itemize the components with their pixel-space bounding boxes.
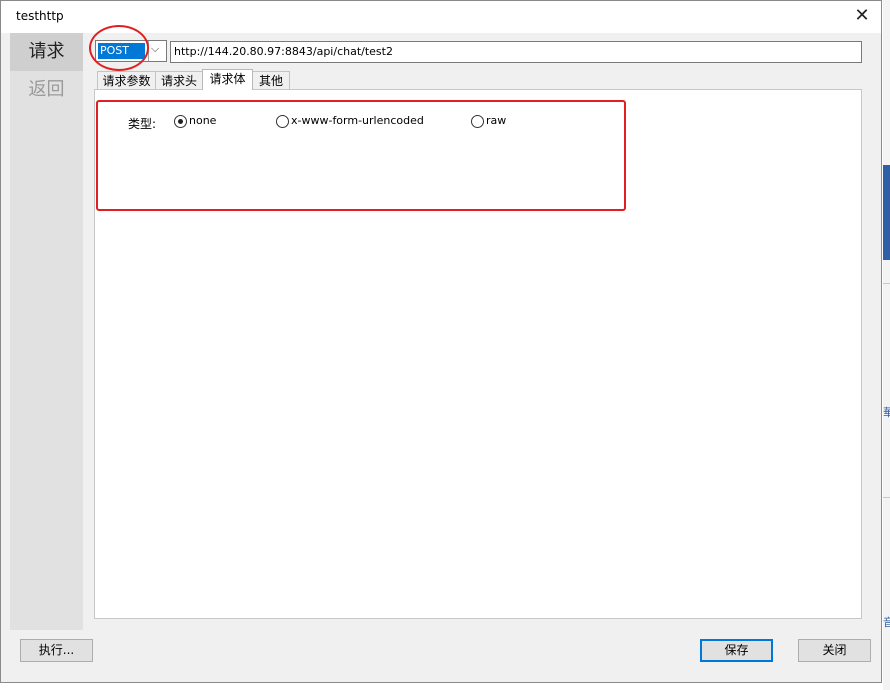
close-window-icon[interactable]: ✕ [849,4,875,28]
background-glyph: 華 [883,406,890,419]
tab-other[interactable]: 其他 [252,71,290,90]
close-button[interactable]: 关闭 [798,639,871,662]
sidebar-item-request[interactable]: 请求 [10,33,83,71]
execute-button[interactable]: 执行... [20,639,93,662]
sidebar-item-response[interactable]: 返回 [10,71,83,109]
save-button[interactable]: 保存 [700,639,773,662]
radio-label: none [189,114,217,127]
radio-unchecked-icon [276,115,289,128]
request-body-panel [94,89,862,619]
background-divider [883,497,890,498]
background-divider [883,283,890,284]
background-blue-bar [883,165,890,260]
window-title: testhttp [16,9,64,23]
sidebar: 请求 返回 [10,33,83,630]
method-select-divider [148,41,149,61]
radio-unchecked-icon [471,115,484,128]
chevron-down-icon[interactable]: ⌵ [151,42,159,56]
radio-dot-icon [178,119,183,124]
url-input[interactable]: http://144.20.80.97:8843/api/chat/test2 [170,41,862,63]
background-glyph: 音 [883,616,890,629]
tab-request-headers[interactable]: 请求头 [155,71,203,90]
radio-label: x-www-form-urlencoded [291,114,424,127]
method-selected-value: POST [98,43,145,59]
background-window-edge: 華 音 [883,0,890,690]
radio-checked-icon [174,115,187,128]
title-bar: testhttp ✕ [1,1,881,33]
tab-request-body[interactable]: 请求体 [202,69,253,90]
method-select[interactable]: POST ⌵ [95,40,167,62]
body-type-label: 类型: [128,117,157,131]
tab-request-params[interactable]: 请求参数 [97,71,156,90]
radio-label: raw [486,114,507,127]
